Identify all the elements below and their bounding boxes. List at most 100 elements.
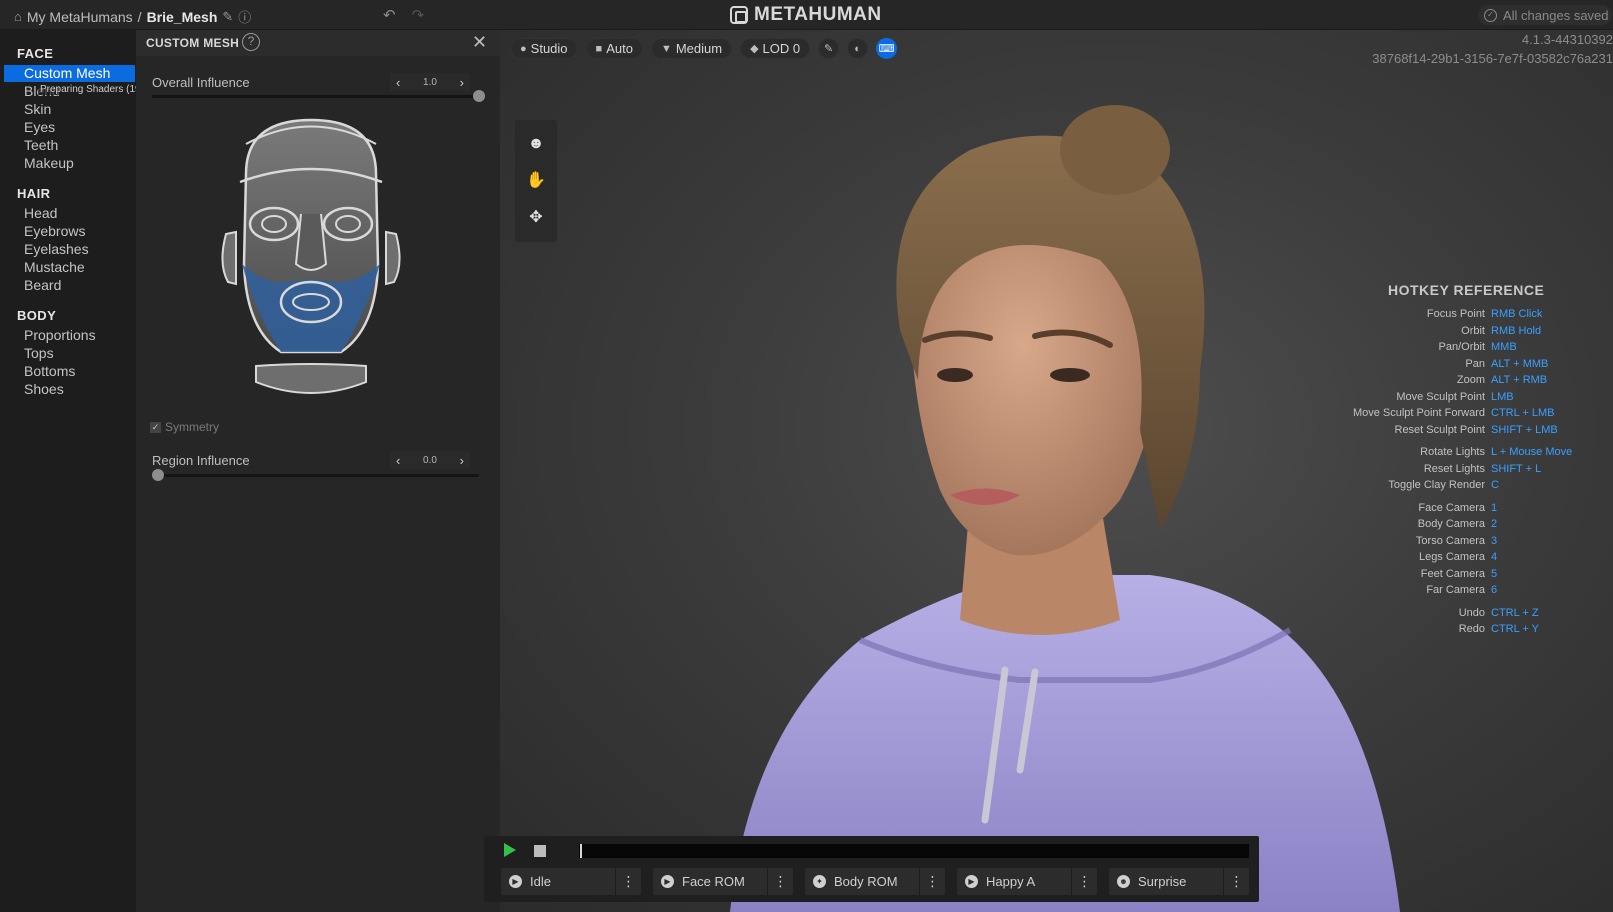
clay-render-icon[interactable]: ◐ bbox=[847, 38, 869, 59]
more-vertical-icon[interactable]: ⋮ bbox=[1071, 868, 1097, 895]
move-tool-icon[interactable]: ✥ bbox=[529, 207, 542, 227]
nav-item-eyes[interactable]: Eyes bbox=[24, 119, 55, 135]
more-vertical-icon[interactable]: ⋮ bbox=[615, 868, 641, 895]
play-circle-icon: ▶ bbox=[661, 875, 674, 888]
hotkey-row: Orbit RMB Hold bbox=[1360, 325, 1613, 339]
nav-item-eyelashes[interactable]: Eyelashes bbox=[24, 241, 89, 257]
anim-label: Happy A bbox=[986, 874, 1036, 889]
top-bar: ⌂ My MetaHumans / Brie_Mesh ✎ ⓘ ↶ ↷ META… bbox=[0, 0, 1613, 30]
quality-button[interactable]: ▼ Medium bbox=[650, 38, 733, 59]
hotkey-row: Toggle Clay Render C bbox=[1360, 479, 1613, 493]
camera-button[interactable]: ■ Auto bbox=[585, 38, 643, 59]
face-icon: ☻ bbox=[1117, 875, 1130, 888]
shader-status-tooltip: Preparing Shaders (199) bbox=[38, 84, 152, 95]
nav-item-makeup[interactable]: Makeup bbox=[24, 155, 74, 171]
hotkey-action: Zoom bbox=[1456, 374, 1485, 386]
hotkey-key: 4 bbox=[1491, 551, 1498, 563]
hotkey-key: 6 bbox=[1491, 584, 1498, 596]
overall-influence-stepper[interactable]: ‹ 1.0 › bbox=[390, 73, 470, 91]
checkbox-icon[interactable]: ✓ bbox=[150, 421, 161, 433]
animation-presets: ▶ Idle ⋮ ▶ Face ROM ⋮ ✦ Body ROM ⋮ ▶ Happy A ⋮ ☻… bbox=[501, 868, 1249, 895]
anim-surprise[interactable]: ☻ Surprise ⋮ bbox=[1109, 868, 1249, 895]
nav-section-body: BODY bbox=[17, 308, 57, 323]
hotkey-row: Legs Camera 4 bbox=[1360, 551, 1613, 565]
hotkey-action: Move Sculpt Point Forward bbox=[1352, 407, 1485, 419]
region-influence-stepper[interactable]: ‹ 0.0 › bbox=[390, 451, 470, 469]
nav-item-bottoms[interactable]: Bottoms bbox=[24, 363, 75, 379]
keyboard-icon[interactable]: ⌨ bbox=[876, 38, 898, 59]
hotkey-row: Far Camera 6 bbox=[1360, 584, 1613, 598]
hotkey-action: Pan bbox=[1465, 357, 1485, 370]
hotkey-row: Face Camera 1 bbox=[1360, 502, 1613, 516]
nav-item-custom-mesh[interactable]: Custom Mesh bbox=[4, 65, 135, 82]
nav-item-shoes[interactable]: Shoes bbox=[24, 381, 64, 397]
chevron-right-icon[interactable]: › bbox=[460, 75, 464, 90]
chevron-left-icon[interactable]: ‹ bbox=[396, 75, 400, 90]
hotkey-key: CTRL + Y bbox=[1491, 623, 1539, 635]
hotkey-key: L + Mouse Move bbox=[1491, 446, 1573, 458]
quality-label: Medium bbox=[675, 41, 723, 56]
playhead[interactable] bbox=[580, 844, 582, 858]
more-vertical-icon[interactable]: ⋮ bbox=[767, 868, 793, 895]
breadcrumb-separator: / bbox=[137, 8, 142, 25]
app-logo: METAHUMAN bbox=[730, 4, 882, 26]
lighting-button[interactable]: ● Studio bbox=[510, 38, 578, 59]
region-influence-slider[interactable] bbox=[152, 469, 479, 481]
nav-item-tops[interactable]: Tops bbox=[24, 345, 54, 361]
nav-item-head[interactable]: Head bbox=[24, 205, 57, 221]
home-icon[interactable]: ⌂ bbox=[14, 9, 22, 24]
help-icon[interactable]: ? bbox=[242, 33, 260, 51]
slider-thumb[interactable] bbox=[152, 469, 164, 481]
edit-icon[interactable]: ✎ bbox=[222, 9, 233, 25]
face-region-map[interactable] bbox=[216, 114, 406, 404]
brush-icon[interactable]: ✎ bbox=[818, 38, 840, 59]
hotkey-row: Feet Camera 5 bbox=[1360, 568, 1613, 582]
face-tool-icon[interactable]: ☻ bbox=[528, 135, 545, 153]
redo-icon[interactable]: ↷ bbox=[412, 6, 425, 24]
play-icon[interactable] bbox=[504, 843, 516, 857]
nav-item-skin[interactable]: Skin bbox=[24, 101, 51, 117]
close-icon[interactable]: ✕ bbox=[472, 32, 487, 53]
anim-label: Surprise bbox=[1138, 874, 1187, 889]
symmetry-toggle[interactable]: ✓ Symmetry bbox=[150, 420, 219, 434]
nav-item-beard[interactable]: Beard bbox=[24, 277, 61, 293]
hotkey-row: Zoom ALT + RMB bbox=[1360, 374, 1613, 388]
chevron-right-icon[interactable]: › bbox=[460, 453, 464, 468]
hotkey-action: Legs Camera bbox=[1418, 551, 1485, 563]
hotkey-action: Reset Sculpt Point bbox=[1394, 423, 1486, 436]
save-status: ✓ All changes saved bbox=[1478, 5, 1612, 25]
hotkey-key: 1 bbox=[1491, 501, 1498, 514]
nav-item-eyebrows[interactable]: Eyebrows bbox=[24, 223, 85, 239]
overall-influence-value: 1.0 bbox=[423, 76, 437, 88]
anim-idle[interactable]: ▶ Idle ⋮ bbox=[501, 868, 641, 895]
nav-item-teeth[interactable]: Teeth bbox=[24, 137, 58, 153]
quality-icon: ▼ bbox=[660, 42, 672, 55]
nav-item-proportions[interactable]: Proportions bbox=[24, 327, 96, 343]
chevron-left-icon[interactable]: ‹ bbox=[396, 453, 400, 468]
stop-icon[interactable] bbox=[534, 845, 546, 857]
timeline-scrubber[interactable] bbox=[579, 844, 1249, 858]
hotkey-key: 3 bbox=[1491, 534, 1498, 547]
slider-thumb[interactable] bbox=[473, 90, 485, 102]
3d-viewport[interactable]: ● Studio ■ Auto ▼ Medium ◆ LOD 0 ✎ ◐ ⌨ 4.1.3… bbox=[500, 30, 1613, 912]
overall-influence-slider[interactable] bbox=[152, 90, 485, 102]
grab-tool-icon[interactable]: ✋ bbox=[526, 170, 546, 190]
hotkey-row: Pan ALT + MMB bbox=[1360, 358, 1613, 372]
hotkey-row: Rotate Lights L + Mouse Move bbox=[1360, 446, 1613, 460]
hotkey-action: Move Sculpt Point bbox=[1396, 390, 1485, 403]
undo-icon[interactable]: ↶ bbox=[383, 6, 396, 24]
lod-button[interactable]: ◆ LOD 0 bbox=[740, 38, 811, 59]
anim-happy-a[interactable]: ▶ Happy A ⋮ bbox=[957, 868, 1097, 895]
breadcrumb-current: Brie_Mesh bbox=[146, 8, 218, 25]
anim-body-rom[interactable]: ✦ Body ROM ⋮ bbox=[805, 868, 945, 895]
logo-text: METAHUMAN bbox=[754, 4, 882, 25]
region-influence-label: Region Influence bbox=[152, 453, 250, 468]
help-icon[interactable]: ⓘ bbox=[238, 7, 251, 26]
lighting-label: Studio bbox=[530, 41, 568, 56]
nav-item-mustache[interactable]: Mustache bbox=[24, 259, 85, 275]
more-vertical-icon[interactable]: ⋮ bbox=[919, 868, 945, 895]
more-vertical-icon[interactable]: ⋮ bbox=[1223, 868, 1249, 895]
anim-face-rom[interactable]: ▶ Face ROM ⋮ bbox=[653, 868, 793, 895]
breadcrumb-root[interactable]: My MetaHumans bbox=[27, 9, 133, 25]
hotkey-key: ALT + MMB bbox=[1491, 357, 1549, 370]
